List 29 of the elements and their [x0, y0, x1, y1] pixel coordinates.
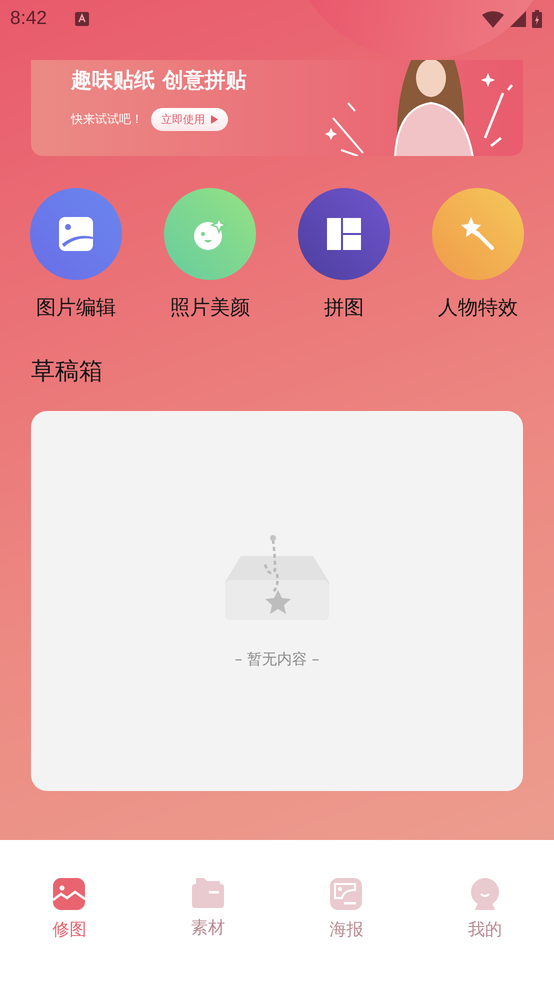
banner-title: 趣味贴纸 创意拼贴 [71, 67, 248, 94]
nav-tab[interactable]: 素材 [138, 878, 277, 939]
wifi-icon [482, 10, 504, 28]
promo-banner[interactable]: 趣味贴纸 创意拼贴 快来试试吧！ 立即使用 [31, 60, 523, 156]
feature-label: 拼图 [324, 294, 364, 321]
empty-box-icon [225, 534, 329, 620]
image-icon [53, 878, 86, 910]
section-title: 草稿箱 [31, 356, 104, 387]
battery-icon [532, 10, 542, 28]
feature-label: 图片编辑 [36, 294, 116, 321]
feature-label: 照片美颜 [170, 294, 250, 321]
banner-subtitle: 快来试试吧！ [71, 111, 143, 128]
signal-icon [510, 11, 526, 27]
sparkle-face-icon [192, 216, 228, 252]
feature-label: 人物特效 [438, 294, 518, 321]
layout-icon [327, 218, 361, 250]
play-icon [211, 115, 218, 124]
image-icon [59, 217, 93, 251]
folder-icon [192, 878, 224, 908]
profile-icon [470, 878, 500, 910]
magic-wand-icon [461, 217, 495, 251]
nav-tab[interactable]: 修图 [0, 878, 138, 941]
nav-tab[interactable]: 我的 [416, 878, 554, 941]
use-now-button[interactable]: 立即使用 [151, 108, 228, 131]
nav-tab[interactable]: 海报 [277, 878, 416, 941]
empty-text: – 暂无内容 – [234, 650, 320, 668]
poster-icon [330, 878, 362, 910]
status-time: 8:42 [10, 8, 47, 30]
keyboard-icon [74, 12, 89, 26]
